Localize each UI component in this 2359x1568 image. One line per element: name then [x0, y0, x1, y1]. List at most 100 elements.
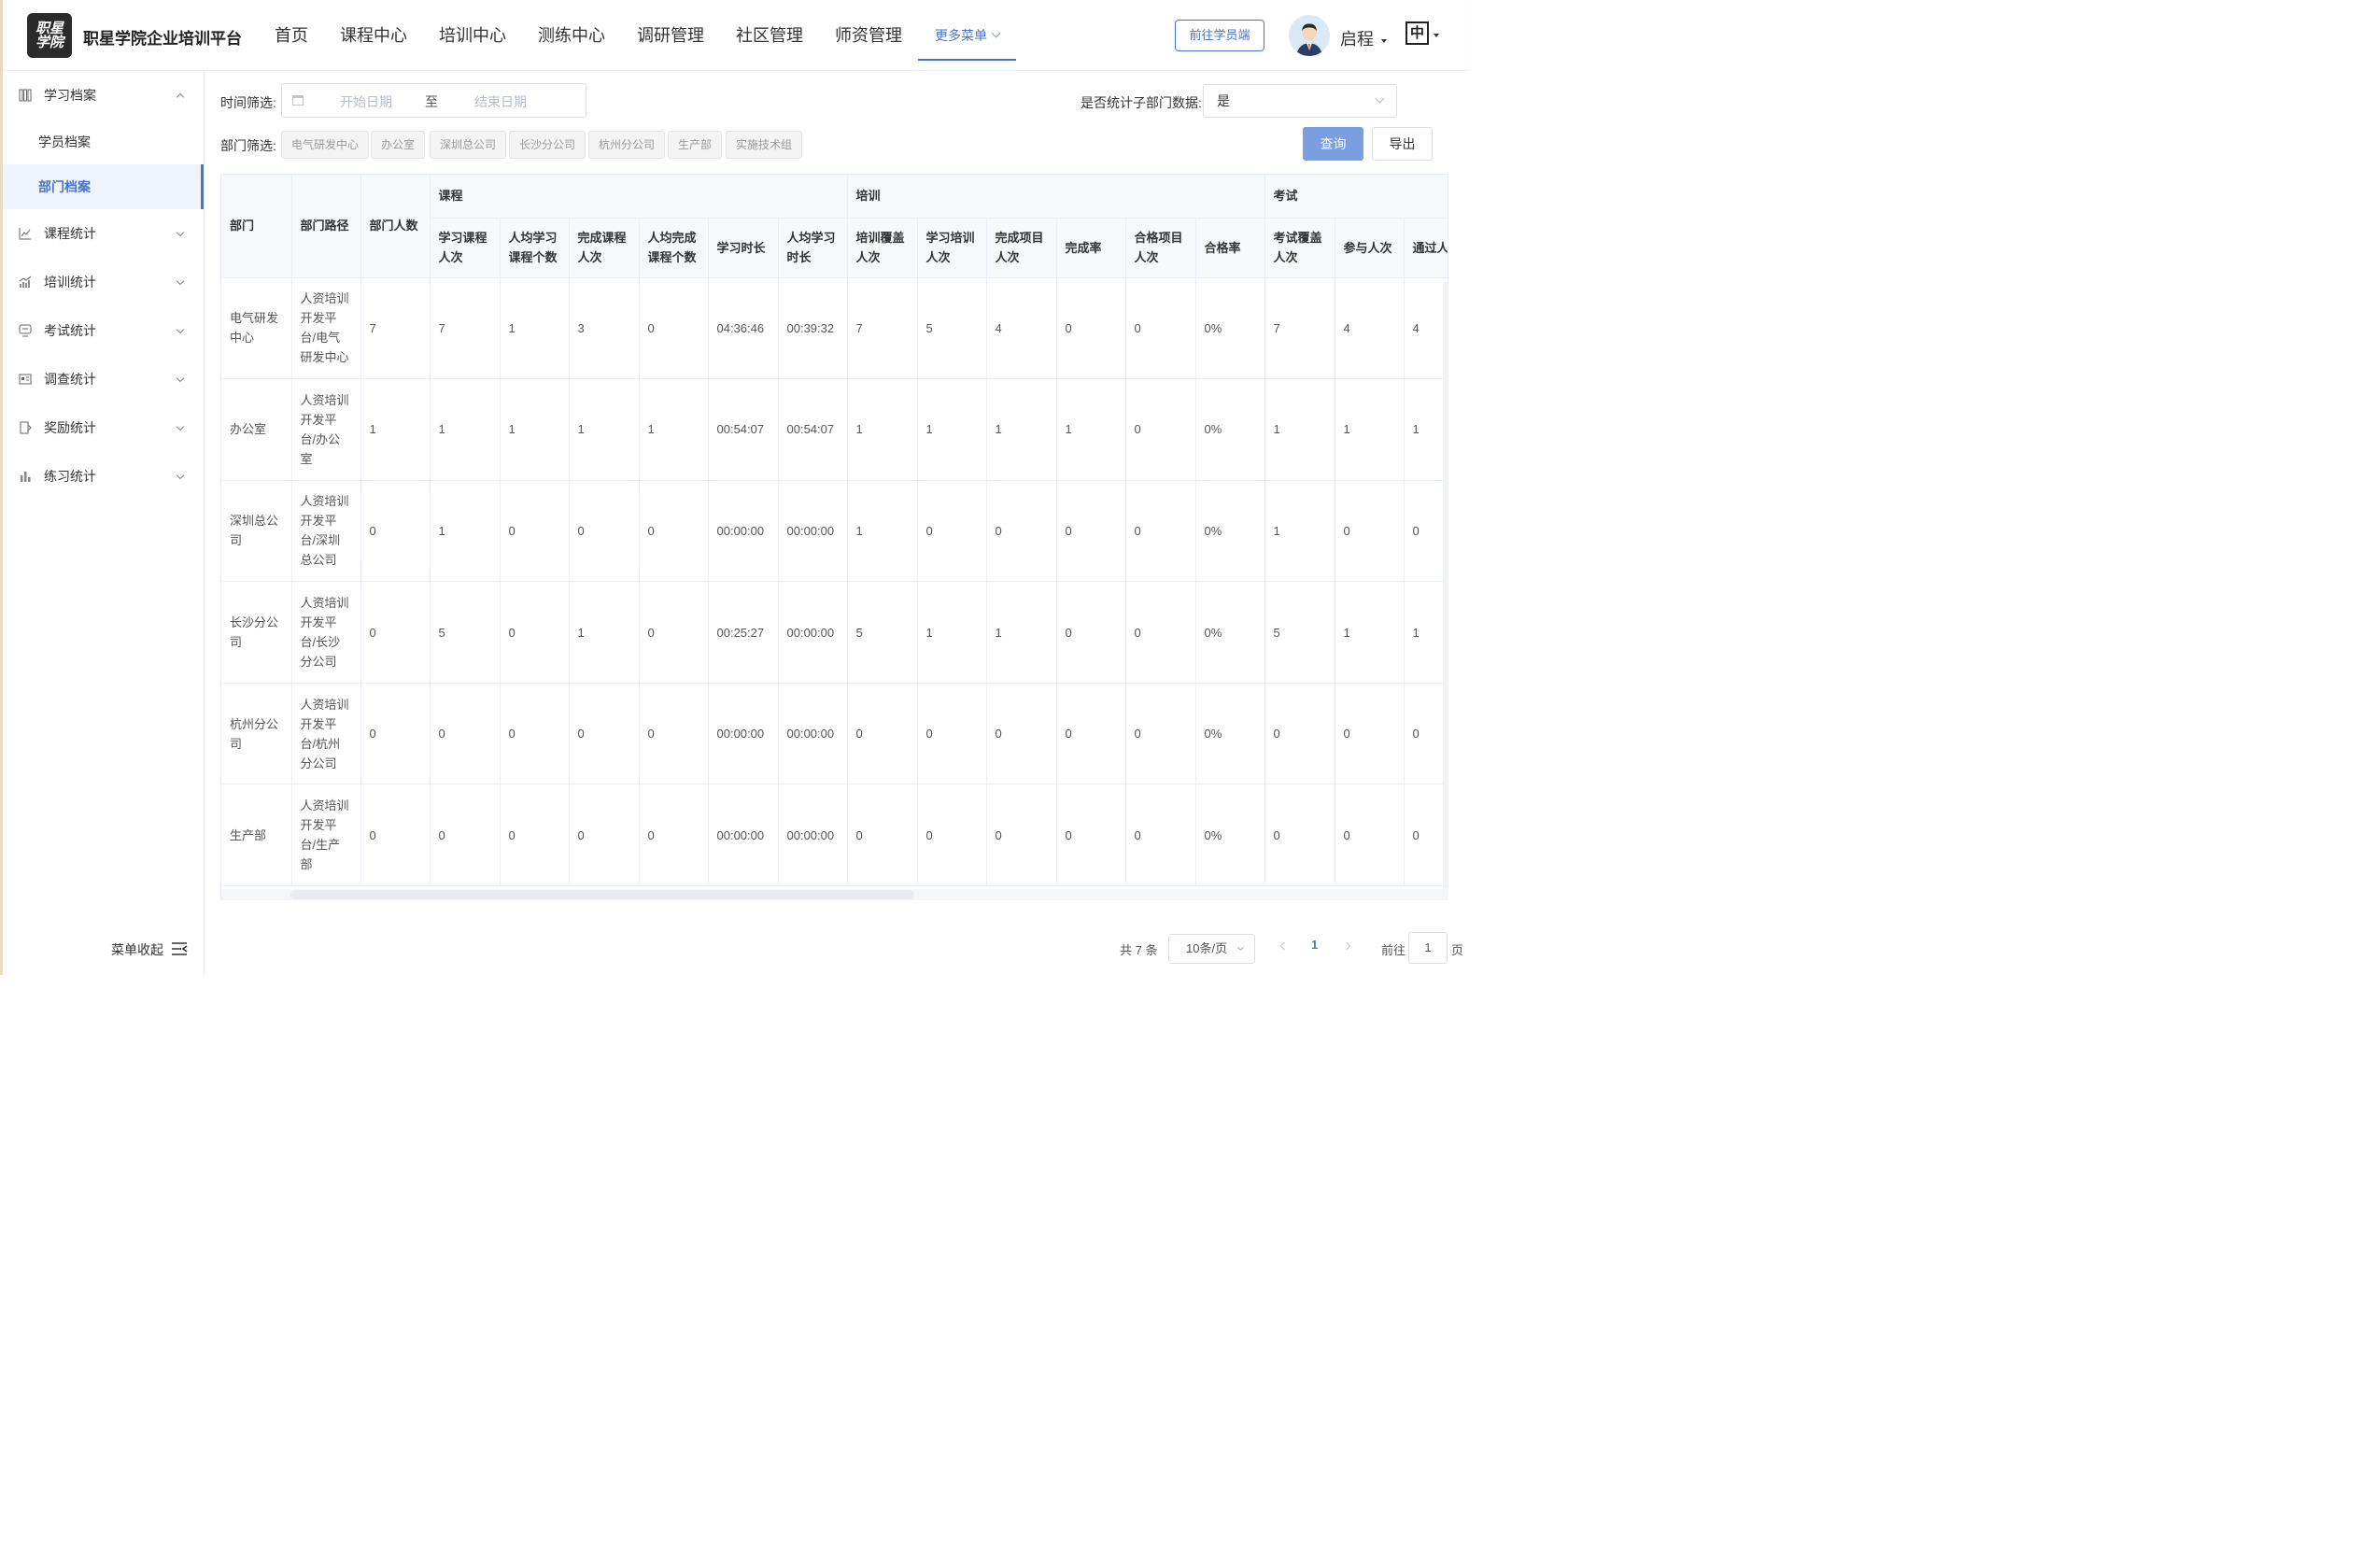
cell-value: 0	[639, 581, 709, 684]
dept-tag[interactable]: 长沙分公司	[509, 131, 586, 159]
cell-value: 5	[917, 277, 987, 380]
dept-tag[interactable]: 深圳总公司	[430, 131, 507, 159]
menu-collapse-label[interactable]: 菜单收起	[111, 940, 163, 959]
avatar[interactable]	[1289, 15, 1330, 56]
cell-value: 0	[1125, 683, 1196, 785]
col-header: 合格项目人次	[1125, 218, 1196, 278]
cell-value: 0	[1335, 480, 1405, 583]
main-content: 时间筛选: 开始日期 至 结束日期 是否统计子部门数据: 是 部门筛选: 电气研…	[205, 71, 1467, 975]
sidebar-item-student-archive[interactable]: 学员档案	[3, 120, 204, 164]
nav-training-center[interactable]: 培训中心	[423, 0, 522, 71]
caret-down-icon[interactable]	[1434, 34, 1439, 37]
col-header-dept: 部门	[221, 175, 292, 278]
table-row: 杭州分公司 人资培训开发平台/杭州分公司 0 0 0 0 0 00:00:00 00:00:00…	[221, 683, 1448, 785]
col-header: 人均学习课程个数	[500, 218, 570, 278]
cell-value: 00:00:00	[778, 480, 848, 583]
scrollbar-thumb[interactable]	[290, 890, 914, 899]
dept-tag[interactable]: 电气研发中心	[281, 131, 370, 159]
dept-archive-table: 部门 部门路径 部门人数 课程 培训 考试 学习课程人次 人均学习课程个数 完成…	[220, 174, 1448, 900]
nav-community[interactable]: 社区管理	[720, 0, 819, 71]
page-size-select[interactable]: 10条/页	[1168, 934, 1255, 964]
cell-value: 1	[1404, 581, 1448, 684]
cell-value: 0	[917, 784, 987, 887]
cell-value: 1	[986, 581, 1057, 684]
start-date-input[interactable]: 开始日期	[340, 92, 392, 111]
prev-page-icon[interactable]	[1279, 941, 1289, 951]
menu-collapse-icon[interactable]	[171, 941, 188, 956]
sub-dept-value: 是	[1217, 93, 1230, 108]
cell-value: 0	[986, 480, 1057, 583]
cell-path: 人资培训开发平台/电气研发中心	[291, 277, 361, 380]
sidebar-group-label: 课程统计	[44, 226, 96, 241]
username[interactable]: 启程	[1340, 26, 1374, 50]
cell-value: 00:00:00	[708, 683, 779, 785]
cell-value: 1	[360, 378, 431, 481]
cell-value: 1	[917, 581, 987, 684]
cell-value: 0	[917, 480, 987, 583]
cell-value: 0	[1056, 784, 1126, 887]
cell-value: 0	[1125, 581, 1196, 684]
reward-doc-icon	[20, 421, 32, 434]
cell-value: 0	[1125, 480, 1196, 583]
cell-value: 0	[1056, 581, 1126, 684]
cell-value: 1	[639, 378, 709, 481]
horizontal-scrollbar[interactable]	[221, 889, 1448, 900]
main-nav: 首页 课程中心 培训中心 测练中心 调研管理 社区管理 师资管理 更多菜单	[259, 0, 1016, 71]
col-header: 培训覆盖人次	[847, 218, 918, 278]
col-header: 参与人次	[1335, 218, 1405, 278]
cell-path: 人资培训开发平台/生产部	[291, 784, 361, 887]
caret-down-icon[interactable]	[1381, 39, 1387, 43]
sub-dept-select[interactable]: 是	[1203, 84, 1397, 118]
cell-dept: 办公室	[221, 378, 292, 481]
sidebar-item-dept-archive[interactable]: 部门档案	[3, 164, 204, 209]
cell-path: 人资培训开发平台/长沙分公司	[291, 581, 361, 684]
nav-survey[interactable]: 调研管理	[621, 0, 720, 71]
export-button[interactable]: 导出	[1372, 127, 1433, 161]
nav-more-menu[interactable]: 更多菜单	[918, 0, 1016, 61]
nav-home[interactable]: 首页	[259, 0, 324, 71]
sidebar-group-training-stats[interactable]: 培训统计	[3, 258, 204, 306]
dept-filter-label: 部门筛选:	[220, 138, 276, 153]
cell-value: 1	[430, 378, 501, 481]
sidebar-group-reward-stats[interactable]: 奖励统计	[3, 403, 204, 452]
cell-value: 0	[569, 480, 640, 583]
language-switch[interactable]: 中	[1406, 21, 1429, 45]
cell-path: 人资培训开发平台/办公室	[291, 378, 361, 481]
dept-tag[interactable]: 实施技术组	[726, 131, 803, 159]
group-header-course: 课程	[430, 175, 848, 219]
dept-tag[interactable]: 杭州分公司	[588, 131, 666, 159]
date-range-picker[interactable]: 开始日期 至 结束日期	[281, 83, 586, 118]
current-page[interactable]: 1	[1311, 938, 1318, 952]
chevron-down-icon	[176, 325, 185, 334]
sidebar-group-practice-stats[interactable]: 练习统计	[3, 452, 204, 501]
nav-teachers[interactable]: 师资管理	[819, 0, 918, 71]
goto-page-input[interactable]: 1	[1408, 932, 1448, 964]
sidebar-group-course-stats[interactable]: 课程统计	[3, 209, 204, 258]
next-page-icon[interactable]	[1342, 941, 1351, 951]
cell-value: 0	[639, 683, 709, 785]
query-button[interactable]: 查询	[1303, 127, 1363, 161]
cell-value: 0	[1404, 683, 1448, 785]
dept-tag[interactable]: 办公室	[371, 131, 426, 159]
group-header-exam: 考试	[1264, 175, 1448, 219]
sidebar-group-exam-stats[interactable]: 考试统计	[3, 306, 204, 355]
vertical-scrollbar[interactable]	[1443, 282, 1448, 889]
chevron-down-icon	[991, 28, 1001, 38]
dept-tag[interactable]: 生产部	[668, 131, 723, 159]
cell-value: 0	[569, 784, 640, 887]
sidebar-group-learning-archive[interactable]: 学习档案	[3, 71, 204, 120]
nav-test-center[interactable]: 测练中心	[522, 0, 621, 71]
end-date-input[interactable]: 结束日期	[474, 92, 527, 111]
user-avatar-icon	[1289, 15, 1330, 56]
col-header: 考试覆盖人次	[1264, 218, 1335, 278]
sidebar-group-survey-stats[interactable]: 调查统计	[3, 355, 204, 403]
cell-value: 1	[1264, 378, 1335, 481]
col-header: 完成率	[1056, 218, 1126, 278]
nav-course-center[interactable]: 课程中心	[324, 0, 423, 71]
logo[interactable]: 职星学院	[27, 13, 72, 58]
col-header: 通过人次	[1404, 218, 1448, 278]
table-row: 深圳总公司 人资培训开发平台/深圳总公司 0 1 0 0 0 00:00:00 00:00:00…	[221, 480, 1448, 583]
go-student-button[interactable]: 前往学员端	[1175, 20, 1264, 51]
cell-value: 1	[1335, 581, 1405, 684]
col-header-path: 部门路径	[291, 175, 361, 278]
